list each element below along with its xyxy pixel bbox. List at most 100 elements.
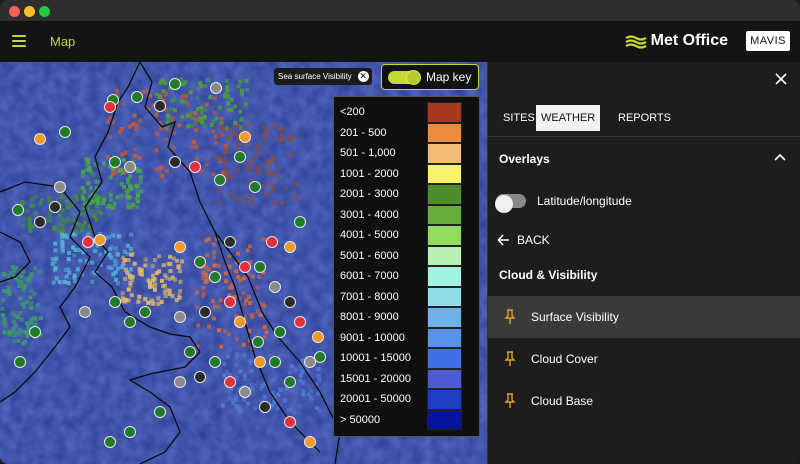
legend-row: 201 - 500 — [334, 122, 481, 143]
legend-swatch — [427, 266, 462, 287]
station-marker[interactable] — [284, 241, 296, 253]
legend-label: 10001 - 15000 — [340, 352, 411, 364]
legend-swatch — [427, 389, 462, 410]
station-marker[interactable] — [29, 326, 41, 338]
station-marker[interactable] — [131, 91, 143, 103]
station-marker[interactable] — [284, 376, 296, 388]
map-key-toggle[interactable]: Map key — [381, 64, 479, 90]
station-marker[interactable] — [304, 436, 316, 448]
legend-label: 4001 - 5000 — [340, 229, 399, 241]
station-marker[interactable] — [194, 371, 206, 383]
overlay-chip: Sea surface Visibility ✕ — [274, 68, 372, 85]
station-marker[interactable] — [174, 311, 186, 323]
station-marker[interactable] — [254, 261, 266, 273]
station-marker[interactable] — [34, 216, 46, 228]
pin-icon[interactable] — [504, 393, 516, 409]
station-marker[interactable] — [294, 316, 306, 328]
station-marker[interactable] — [169, 156, 181, 168]
station-marker[interactable] — [199, 306, 211, 318]
station-marker[interactable] — [49, 201, 61, 213]
station-marker[interactable] — [234, 151, 246, 163]
legend-swatch — [427, 348, 462, 369]
station-marker[interactable] — [154, 100, 166, 112]
station-marker[interactable] — [82, 236, 94, 248]
latitude-longitude-toggle[interactable]: Latitude/longitude — [495, 190, 786, 214]
legend-label: 5001 - 6000 — [340, 249, 399, 262]
legend-label: 20001 - 50000 — [340, 393, 411, 405]
met-office-logo-icon — [625, 35, 647, 49]
menu-icon[interactable] — [12, 35, 26, 47]
station-marker[interactable] — [79, 306, 91, 318]
station-marker[interactable] — [224, 236, 236, 248]
station-marker[interactable] — [224, 376, 236, 388]
station-marker[interactable] — [109, 156, 121, 168]
legend-row: 2001 - 3000 — [334, 184, 481, 205]
back-button[interactable]: BACK — [497, 231, 577, 249]
station-marker[interactable] — [239, 131, 251, 143]
station-marker[interactable] — [214, 174, 226, 186]
station-marker[interactable] — [174, 376, 186, 388]
station-marker[interactable] — [139, 306, 151, 318]
station-marker[interactable] — [284, 296, 296, 308]
pin-icon[interactable] — [504, 351, 516, 367]
pin-icon[interactable] — [504, 309, 516, 325]
station-marker[interactable] — [254, 356, 266, 368]
legend-row: 15001 - 20000 — [334, 368, 481, 389]
legend-row: 3001 - 4000 — [334, 204, 481, 225]
station-marker[interactable] — [269, 281, 281, 293]
station-marker[interactable] — [124, 426, 136, 438]
overlay-item-cloud-base[interactable]: Cloud Base — [488, 380, 800, 422]
station-marker[interactable] — [34, 133, 46, 145]
remove-overlay-icon[interactable]: ✕ — [357, 71, 369, 82]
tab-sites[interactable]: SITES — [498, 105, 540, 131]
station-marker[interactable] — [184, 346, 196, 358]
station-marker[interactable] — [239, 261, 251, 273]
station-marker[interactable] — [109, 296, 121, 308]
station-marker[interactable] — [259, 401, 271, 413]
overlay-chip-label: Sea surface Visibility — [278, 72, 352, 81]
station-marker[interactable] — [234, 316, 246, 328]
station-marker[interactable] — [210, 82, 222, 94]
maximize-window-button[interactable] — [39, 6, 50, 17]
close-window-button[interactable] — [9, 6, 20, 17]
station-marker[interactable] — [304, 356, 316, 368]
station-marker[interactable] — [266, 236, 278, 248]
station-marker[interactable] — [59, 126, 71, 138]
station-marker[interactable] — [169, 78, 181, 90]
close-icon[interactable] — [774, 72, 788, 86]
tab-weather[interactable]: WEATHER — [536, 105, 601, 131]
overlay-item-surface-visibility[interactable]: Surface Visibility — [488, 296, 800, 338]
app-window: Map Met Office MAVIS Sea surface Visibil… — [0, 0, 800, 464]
latlon-switch[interactable] — [495, 194, 526, 213]
station-marker[interactable] — [252, 336, 264, 348]
station-marker[interactable] — [154, 406, 166, 418]
station-marker[interactable] — [124, 161, 136, 173]
station-marker[interactable] — [239, 386, 251, 398]
station-marker[interactable] — [14, 356, 26, 368]
minimize-window-button[interactable] — [24, 6, 35, 17]
station-marker[interactable] — [54, 181, 66, 193]
station-marker[interactable] — [104, 101, 116, 113]
station-marker[interactable] — [314, 351, 326, 363]
station-marker[interactable] — [209, 271, 221, 283]
station-marker[interactable] — [94, 234, 106, 246]
station-marker[interactable] — [174, 241, 186, 253]
tab-reports[interactable]: REPORTS — [613, 105, 676, 131]
station-marker[interactable] — [124, 316, 136, 328]
station-marker[interactable] — [189, 161, 201, 173]
map-key-switch[interactable] — [388, 70, 421, 85]
chevron-up-icon[interactable] — [774, 153, 786, 161]
station-marker[interactable] — [224, 296, 236, 308]
station-marker[interactable] — [312, 331, 324, 343]
station-marker[interactable] — [294, 216, 306, 228]
overlay-item-cloud-cover[interactable]: Cloud Cover — [488, 338, 800, 380]
station-marker[interactable] — [274, 326, 286, 338]
station-marker[interactable] — [284, 416, 296, 428]
station-marker[interactable] — [209, 356, 221, 368]
station-marker[interactable] — [269, 356, 281, 368]
weather-map[interactable]: Sea surface Visibility ✕ Map key <200 201… — [0, 62, 487, 464]
station-marker[interactable] — [249, 181, 261, 193]
station-marker[interactable] — [194, 256, 206, 268]
station-marker[interactable] — [12, 204, 24, 216]
station-marker[interactable] — [104, 436, 116, 448]
